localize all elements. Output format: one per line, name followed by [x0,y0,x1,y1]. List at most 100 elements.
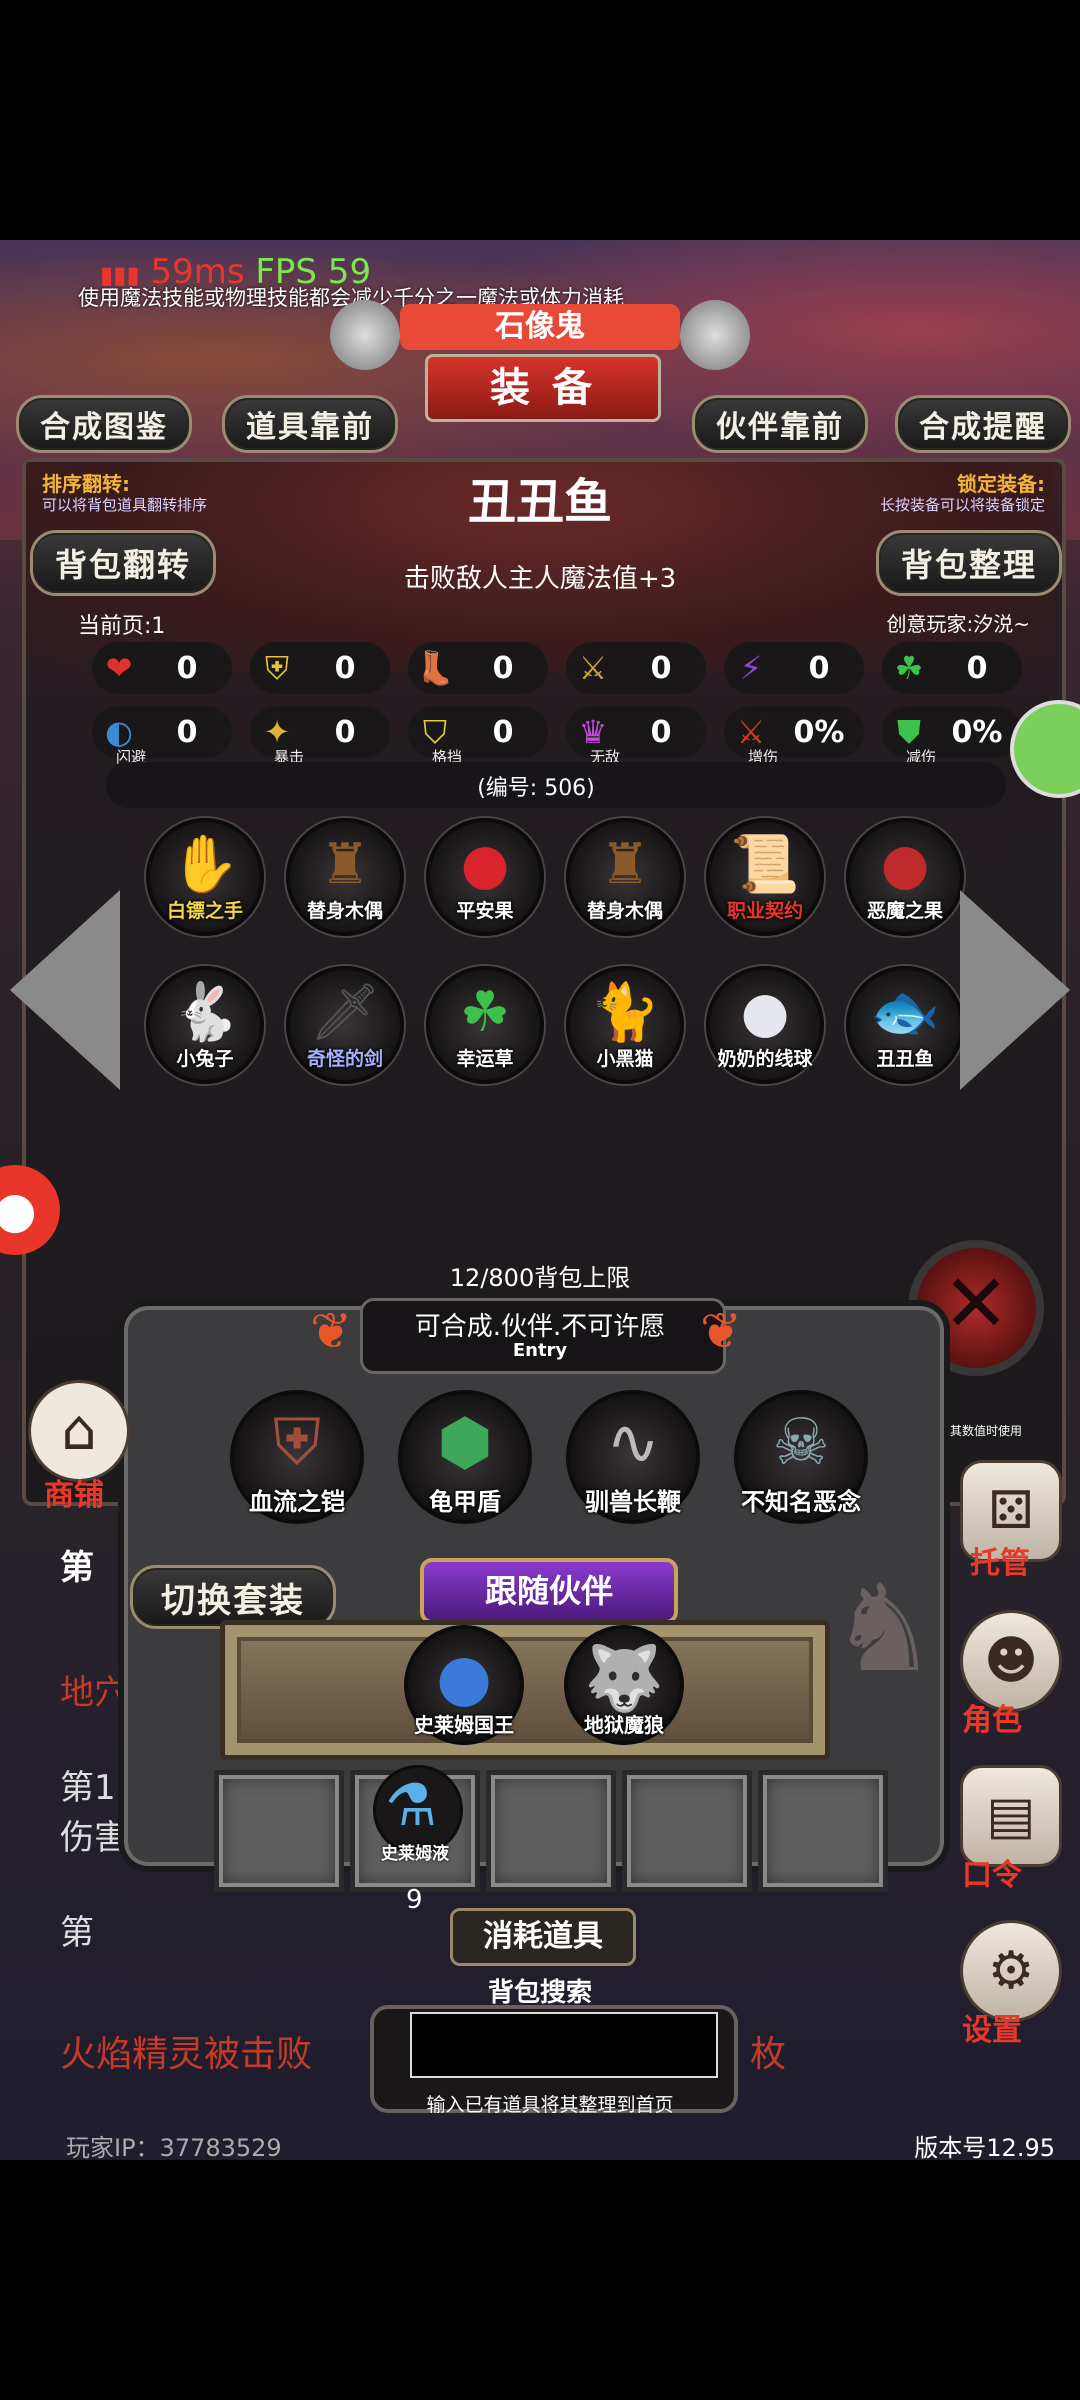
skull-left-icon [330,300,400,370]
stat-value: 0 [176,650,198,686]
equipment-slot[interactable]: ⛨ 血流之铠 [230,1390,364,1524]
slot-item-name: 史莱姆液 [381,1844,449,1864]
slime-king-icon: ● [436,1641,492,1715]
bag-item-label: 平安果 [456,900,514,922]
bag-item-label: 替身木偶 [306,900,383,922]
next-page-arrow-icon[interactable] [960,890,1070,1090]
bag-item-label: 职业契约 [726,900,803,922]
bag-item[interactable]: 🗡 奇怪的剑 [286,966,404,1084]
bag-item[interactable]: 🐈 小黑猫 [566,966,684,1084]
consumable-slot[interactable] [758,1770,888,1892]
equipment-label: 龟甲盾 [429,1488,501,1516]
bag-item[interactable]: ✋ 白镖之手 [146,818,264,936]
gargoyle-statue-icon: ♞ [830,1560,938,1699]
partners-first-button[interactable]: 伙伴靠前 [692,395,868,453]
bag-item[interactable]: ♜ 替身木偶 [286,818,404,936]
stat-badge: ☘ 0 [882,642,1022,694]
sword-icon: ⚔ [578,649,608,687]
bag-item-label: 小黑猫 [596,1048,654,1070]
role-label[interactable]: 角色 [962,1695,1022,1739]
stat-badge: ⚔ 0% 增伤 [724,706,864,766]
fish-icon: 🐟 [870,980,940,1045]
stat-value: 0 [808,650,830,686]
stat-value: 0 [176,714,198,750]
equipment-slot[interactable]: ⬢ 龟甲盾 [398,1390,532,1524]
bag-flip-button[interactable]: 背包翻转 [30,530,216,596]
entry-title: 可合成.伙伴.不可许愿 [414,1312,666,1342]
bag-item[interactable]: 🐇 小兔子 [146,966,264,1084]
current-page: 当前页:1 [78,614,166,639]
log-line: 第 [60,1548,94,1588]
items-first-button[interactable]: 道具靠前 [222,395,398,453]
stat-badge: ⛉ 0 格挡 [408,706,548,766]
boot-icon: 👢 [415,649,455,687]
synth-gallery-button[interactable]: 合成图鉴 [16,395,192,453]
manage-label[interactable]: 托管 [970,1538,1030,1582]
equipment-label: 驯兽长鞭 [585,1488,681,1516]
version-number: 版本号12.95 [914,2134,1055,2160]
slime-liquid-icon: ⚗ [385,1771,437,1839]
stat-badge: ✦ 0 暴击 [250,706,390,766]
bag-item[interactable]: 📜 职业契约 [706,818,824,936]
stat-value: 0% [951,714,1003,750]
shop-icon[interactable]: ⌂ [28,1380,130,1482]
flip-desc: 可以将背包道具翻转排序 [42,496,208,514]
zone-title: 石像鬼 [400,304,680,350]
bag-item[interactable]: ♜ 替身木偶 [566,818,684,936]
bag-item[interactable]: ● 平安果 [426,818,544,936]
stat-badge: ⛊ 0% 减伤 [882,706,1022,766]
header-ornament: 石像鬼 装 备 [330,280,750,422]
search-input[interactable] [410,2012,718,2078]
settings-label[interactable]: 设置 [962,2005,1022,2049]
game-screen: 第 地穴 第18 伤害 第 火焰精灵被击败 枚 ▮▮▮ 59ms FPS 59 … [0,240,1080,2160]
partner-label: 史莱姆国王 [414,1713,514,1737]
password-label[interactable]: 口令 [962,1850,1022,1894]
hell-wolf-icon: 🐺 [584,1642,664,1716]
clover-icon: ☘ [459,980,511,1045]
scroll-icon: 📜 [730,832,800,897]
bag-sort-button[interactable]: 背包整理 [876,530,1062,596]
item-effect: 击败敌人主人魔法值+3 [403,564,677,594]
stat-badge: ❤ 0 [92,642,232,694]
whip-icon: ∿ [606,1406,660,1480]
yarn-ball-icon: ● [740,980,790,1045]
follow-partner-label: 跟随伙伴 [420,1558,678,1624]
equipment-label: 不知名恶念 [741,1488,861,1516]
shop-label[interactable]: 商铺 [44,1470,104,1514]
partner-slot[interactable]: ● 史莱姆国王 [404,1625,524,1745]
bag-item[interactable]: ● 奶奶的线球 [706,966,824,1084]
bag-item-label: 幸运草 [456,1048,514,1070]
equipment-slot[interactable]: ☠ 不知名恶念 [734,1390,868,1524]
skull-right-icon [680,300,750,370]
bag-item-label: 丑丑鱼 [876,1048,934,1070]
search-title: 背包搜索 [487,1978,592,2008]
stat-value: 0 [334,714,356,750]
turtle-shield-icon: ⬢ [437,1406,493,1480]
flip-title: 排序翻转: [42,472,130,496]
bag-item[interactable]: 🐟 丑丑鱼 [846,966,964,1084]
clover-icon: ☘ [894,649,924,687]
partner-frame [220,1620,830,1760]
consumable-slot[interactable] [486,1770,616,1892]
bag-item-label: 恶魔之果 [866,900,943,922]
synth-remind-button[interactable]: 合成提醒 [895,395,1071,453]
strange-sword-icon: 🗡 [309,980,381,1045]
prev-page-arrow-icon[interactable] [10,890,120,1090]
partner-slot[interactable]: 🐺 地狱魔狼 [564,1625,684,1745]
consumables-label: 消耗道具 [450,1908,636,1966]
bag-item[interactable]: ● 恶魔之果 [846,818,964,936]
stat-value: 0 [334,650,356,686]
bag-item[interactable]: ☘ 幸运草 [426,966,544,1084]
item-name: 丑丑鱼 [467,474,612,530]
consumable-slot[interactable]: ⚗ 史莱姆液 [350,1765,480,1892]
screen-title: 装 备 [425,354,661,422]
search-hint: 输入已有道具将其整理到首页 [426,2094,674,2116]
bag-item-label: 奇怪的剑 [306,1048,383,1070]
stat-badge: 👢 0 [408,642,548,694]
serial-number: (编号: 506) [477,776,595,801]
stat-badge: ◐ 0 闪避 [92,706,232,766]
value-hint: 其数值时使用 [950,1424,1023,1438]
consumable-slot[interactable] [214,1770,344,1892]
consumable-slot[interactable] [622,1770,752,1892]
equipment-slot[interactable]: ∿ 驯兽长鞭 [566,1390,700,1524]
